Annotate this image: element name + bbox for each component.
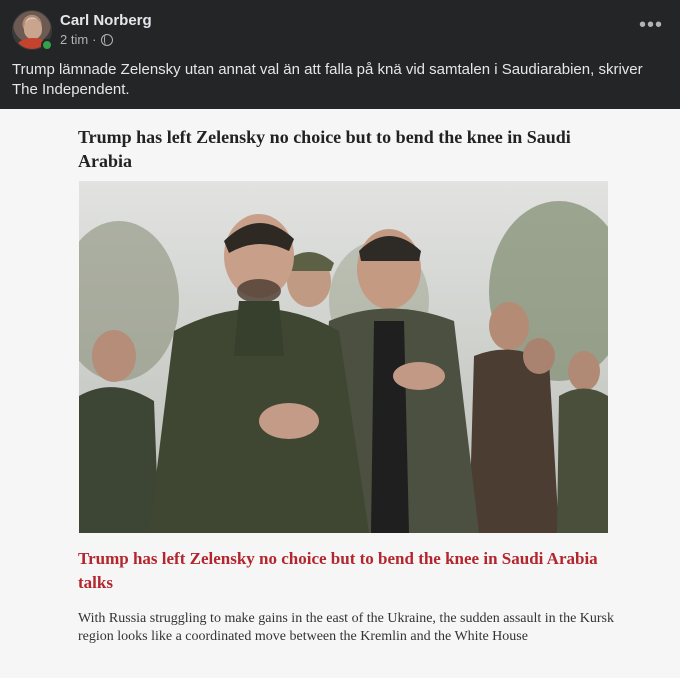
meta-separator: ·: [92, 32, 97, 47]
article-headline-top: Trump has left Zelensky no choice but to…: [78, 127, 571, 171]
post-text: Trump lämnade Zelensky utan annat val än…: [12, 61, 643, 98]
post-header: Carl Norberg 2 tim · •••: [0, 0, 680, 56]
post-meta: 2 tim ·: [60, 32, 113, 47]
more-options-button[interactable]: •••: [636, 14, 666, 42]
post-image[interactable]: Trump has left Zelensky no choice but to…: [0, 109, 680, 678]
author-name[interactable]: Carl Norberg: [60, 12, 152, 29]
article-photo: [79, 181, 608, 533]
online-status-dot: [41, 39, 53, 51]
avatar-face: [24, 19, 42, 39]
globe-icon[interactable]: [100, 33, 113, 46]
article-headline: Trump has left Zelensky no choice but to…: [78, 549, 598, 592]
article-standfirst: With Russia struggling to make gains in …: [78, 611, 615, 644]
post-time[interactable]: 2 tim: [60, 32, 88, 47]
more-horizontal-icon: •••: [638, 14, 663, 36]
